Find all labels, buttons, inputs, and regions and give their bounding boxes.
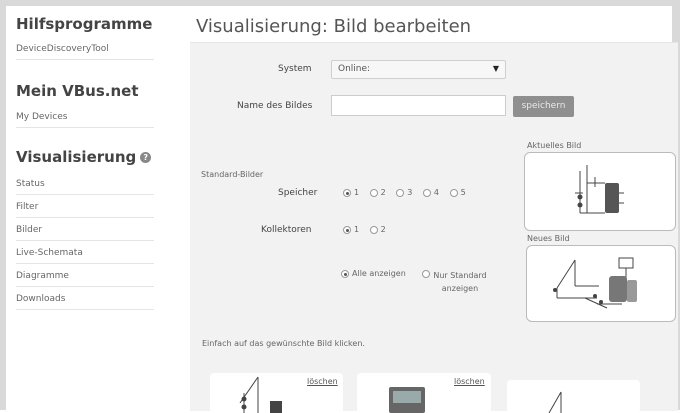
standard-images-label: Standard-Bilder — [201, 170, 264, 179]
sidebar-item-downloads[interactable]: Downloads — [16, 294, 154, 310]
system-select-value: Online: — [338, 64, 371, 74]
sidebar-item-my-devices[interactable]: My Devices — [16, 112, 154, 128]
radio-icon — [422, 188, 431, 197]
radio-icon — [341, 269, 349, 278]
image-card-2[interactable]: löschen — [357, 373, 491, 413]
sidebar-heading-tools: Hilfsprogramme — [16, 15, 153, 33]
radio-icon — [449, 188, 458, 197]
system-label: System — [278, 64, 312, 74]
solar-storage-diagram — [575, 165, 624, 214]
chevron-down-icon: ▼ — [492, 64, 499, 73]
edit-panel: System Online: ▼ Name des Bildes speiche… — [190, 42, 678, 413]
sidebar-item-live-schemata[interactable]: Live-Schemata — [16, 248, 154, 264]
system-select[interactable]: Online: ▼ — [331, 60, 506, 79]
radio-icon — [422, 269, 431, 278]
name-input[interactable] — [331, 95, 506, 116]
speicher-option-4[interactable]: 4 — [422, 188, 439, 197]
show-all-option[interactable]: Alle anzeigen — [341, 269, 406, 278]
name-label: Name des Bildes — [237, 101, 313, 111]
image-card-1[interactable]: löschen — [210, 373, 343, 413]
speicher-option-1[interactable]: 1 — [343, 188, 359, 197]
speicher-radio-group: 1 2 3 4 5 — [343, 188, 474, 197]
kollektoren-option-2[interactable]: 2 — [369, 225, 386, 234]
collector-thumbnail — [548, 391, 562, 413]
solar-collector-diagram — [553, 257, 637, 309]
kollektoren-radio-group: 1 2 — [343, 225, 394, 234]
delete-link-1[interactable]: löschen — [307, 377, 338, 386]
save-button[interactable]: speichern — [513, 96, 574, 117]
speicher-option-2[interactable]: 2 — [369, 188, 386, 197]
radio-icon — [343, 188, 351, 197]
new-image-box — [526, 245, 676, 322]
sidebar-heading-visualisierung: Visualisierung? — [16, 148, 152, 166]
sidebar-item-devicediscoverytool[interactable]: DeviceDiscoveryTool — [16, 44, 154, 60]
speicher-option-5[interactable]: 5 — [449, 188, 466, 197]
radio-icon — [369, 188, 378, 197]
kollektoren-label: Kollektoren — [261, 225, 312, 235]
sidebar-item-diagramme[interactable]: Diagramme — [16, 271, 154, 287]
main-content: Visualisierung: Bild bearbeiten System O… — [186, 6, 680, 413]
sidebar-item-status[interactable]: Status — [16, 179, 154, 195]
delete-link-2[interactable]: löschen — [454, 377, 485, 386]
new-image-label: Neues Bild — [527, 234, 570, 243]
speicher-label: Speicher — [278, 188, 318, 198]
radio-icon — [343, 225, 351, 234]
sidebar-heading-vbus: Mein VBus.net — [16, 82, 139, 100]
image-card-3[interactable] — [507, 380, 640, 413]
radio-icon — [369, 225, 378, 234]
kollektoren-option-1[interactable]: 1 — [343, 225, 359, 234]
current-image-box — [524, 152, 676, 231]
controller-thumbnail — [389, 387, 425, 413]
current-image-label: Aktuelles Bild — [527, 141, 582, 150]
show-filter-group: Alle anzeigen Nur Standard anzeigen — [341, 269, 495, 295]
sidebar-heading-visualisierung-label: Visualisierung — [16, 148, 137, 166]
sidebar-item-bilder[interactable]: Bilder — [16, 225, 154, 241]
sidebar-item-filter[interactable]: Filter — [16, 202, 154, 218]
solar-storage-thumbnail — [239, 376, 282, 413]
question-circle-icon[interactable]: ? — [140, 152, 152, 163]
page-title: Visualisierung: Bild bearbeiten — [196, 16, 472, 37]
speicher-option-3[interactable]: 3 — [396, 188, 412, 197]
radio-icon — [396, 188, 405, 197]
show-standard-option[interactable]: Nur Standard anzeigen — [422, 269, 487, 295]
hint-text: Einfach auf das gewünschte Bild klicken. — [202, 339, 365, 348]
